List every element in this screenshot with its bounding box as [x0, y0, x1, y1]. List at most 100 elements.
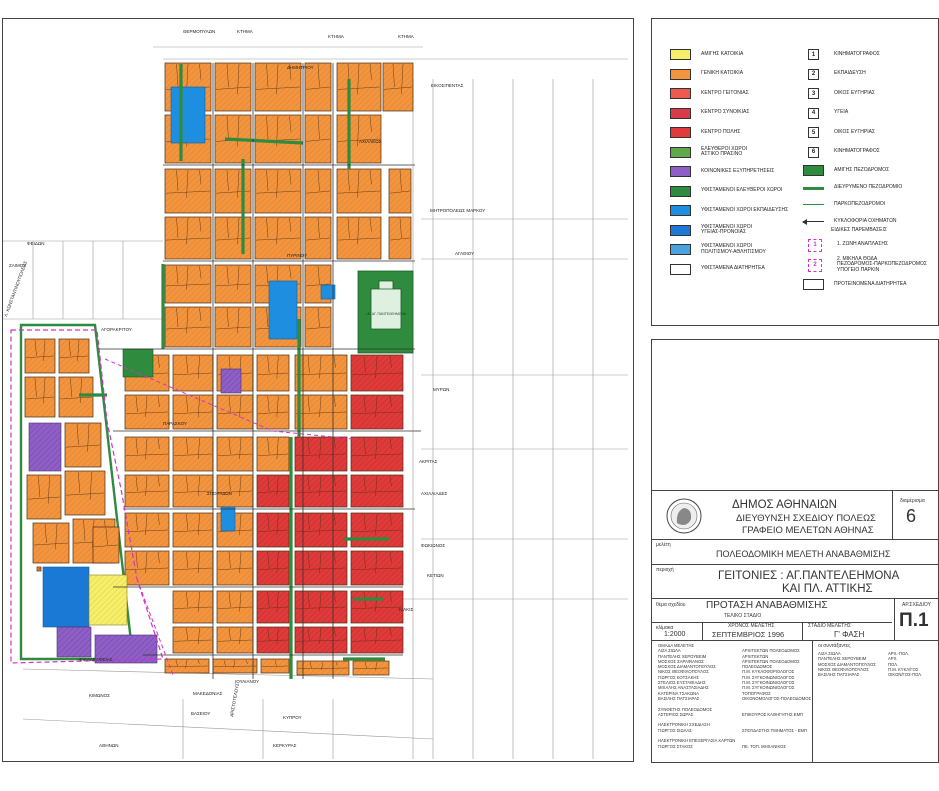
- legend-zone-item: ΓΕΝΙΚΗ ΚΑΤΟΙΚΙΑ: [670, 65, 810, 85]
- district-number: 6: [906, 506, 917, 526]
- city-block[interactable]: [64, 470, 106, 516]
- city-block[interactable]: [254, 114, 302, 164]
- city-block[interactable]: [382, 62, 414, 112]
- city-block[interactable]: [214, 62, 252, 112]
- legend-number-box: 3: [808, 88, 819, 100]
- street-label-akritas: ΑΚΡΙΤΑΣ: [419, 459, 438, 464]
- street-label-kimonos: ΚΙΜΩΝΟΣ: [89, 693, 110, 698]
- social-block-west[interactable]: [28, 422, 62, 472]
- legend-swatch: [670, 166, 691, 178]
- legend-zones-column: ΑΜΙΓΗΣ ΚΑΤΟΙΚΙΑ ΓΕΝΙΚΗ ΚΑΤΟΙΚΙΑ ΚΕΝΤΡΟ ΓΕΙ…: [670, 45, 810, 279]
- legend-zone-item: ΕΛΕΥΘΕΡΟΙ ΧΩΡΟΙ ΑΣΤΙΚΟ ΠΡΑΣΙΝΟ: [670, 143, 810, 163]
- signers-names: ΛΙΖΑ ΣΙΩΛΑ ΠΑΝΤΕΛΗΣ ΧΕΡΟΥΒΕΙΜ ΜΟΣΧΟΣ ΔΙΑ…: [818, 651, 876, 678]
- city-block[interactable]: [304, 114, 332, 164]
- study-title: ΠΟΛΕΟΔΟΜΙΚΗ ΜΕΛΕΤΗ ΑΝΑΒΑΘΜΙΣΗΣ: [716, 549, 891, 559]
- city-block[interactable]: [350, 436, 404, 472]
- city-block[interactable]: [304, 306, 332, 348]
- legend-symbol-item: ΔΙΕΥΡΥΜΕΝΟ ΠΕΖΟΔΡΟΜΙΟ: [803, 179, 935, 196]
- zoning-map[interactable]: Ι.Ν. ΑΓ. ΠΑΝΤΕΛΕΗΜΟΝΑ ΚΤΗΜΑ ΚΤΗΜΑ ΚΤΗΜΑ …: [3, 19, 633, 761]
- city-block[interactable]: [336, 62, 382, 112]
- stage-label: ΣΤΑΔΙΟ ΜΕΛΕΤΗΣ: [808, 623, 852, 629]
- city-block[interactable]: [254, 62, 302, 112]
- street-label-aristotelous: ΑΡΙΣΤΟΤΕΛΟΥΣ: [229, 683, 240, 718]
- legend-zone-label: ΚΕΝΤΡΟ ΣΥΝΟΙΚΙΑΣ: [701, 109, 750, 116]
- legend-special-box: 2: [808, 258, 822, 272]
- street-label-athinon: ΑΘΗΝΩΝ: [99, 743, 119, 748]
- social-block-south[interactable]: [56, 626, 92, 658]
- street-label-ketion: ΚΕΤΙΩΝ: [427, 573, 444, 578]
- city-block[interactable]: [336, 168, 382, 214]
- school-block-small[interactable]: [220, 506, 236, 532]
- city-block[interactable]: [64, 422, 102, 468]
- city-block[interactable]: [336, 216, 382, 260]
- city-block[interactable]: [254, 168, 302, 214]
- street-label-makedonias: ΜΑΚΕΔΟΝΙΑΣ: [193, 691, 223, 696]
- city-block[interactable]: [214, 168, 252, 214]
- legend-symbols-column: 1 ΚΙΝΗΜΑΤΟΓΡΑΦΟΣ 2 ΕΚΠΑΙΔΕΥΣΗ 3 ΟΙΚΟΣ ΕΥΓΗΡΙΑ…: [802, 45, 935, 295]
- time-label: ΧΡΟΝΟΣ ΜΕΛΕΤΗΣ: [728, 623, 775, 629]
- city-block[interactable]: [32, 522, 70, 564]
- pure-residential-block[interactable]: [88, 574, 128, 626]
- city-block[interactable]: [304, 168, 332, 214]
- street-label-ktima-1: ΚΤΗΜΑ: [237, 29, 253, 34]
- legend-symbol-graphic: [802, 216, 824, 227]
- street-label-dimitriou: ΔΗΜΗΤΡΙΟΥ: [287, 65, 314, 70]
- legend-number-box: 5: [808, 127, 819, 139]
- city-block[interactable]: [164, 306, 212, 348]
- drawing-subtitle: ΤΕΛΙΚΟ ΣΤΑΔΙΟ: [724, 613, 762, 619]
- city-block[interactable]: [214, 306, 252, 348]
- city-block[interactable]: [164, 264, 212, 304]
- drawing-label: θέμα σχεδίου: [656, 602, 686, 608]
- city-block[interactable]: [388, 168, 412, 214]
- legend-zone-item: ΥΦΙΣΤΑΜΕΝΟΙ ΕΛΕΥΘΕΡΟΙ ΧΩΡΟΙ: [670, 182, 810, 202]
- school-block-north[interactable]: [170, 86, 206, 144]
- drawing-title: ΠΡΟΤΑΣΗ ΑΝΑΒΑΘΜΙΣΗΣ: [706, 600, 828, 611]
- city-block[interactable]: [350, 394, 404, 430]
- street-label-eikosipentas: ΕΙΚΟΣΙΠΕΝΤΑΣ: [431, 83, 464, 88]
- street-label-vaseiou: ΒΑΣΕΙΟΥ: [191, 711, 210, 716]
- legend-zone-label: ΚΟΙΝΩΝΙΚΕΣ ΕΞΥΠΗΡΕΤΗΣΕΙΣ: [701, 167, 775, 174]
- street-label-konstantinoupoleos: Λ. ΚΩΝΣΤΑΝΤΙΝΟΥΠΟΛΕΩΣ: [3, 260, 28, 317]
- legend-special-item: 1 1. ΖΩΝΗ ΑΝΑΠΛΑΣΗΣ: [803, 235, 935, 255]
- legend-numbered-label: ΚΙΝΗΜΑΤΟΓΡΑΦΟΣ: [834, 50, 880, 57]
- city-block[interactable]: [388, 216, 412, 260]
- legend-numbered-item: 4 ΥΓΕΙΑ: [803, 104, 935, 124]
- legend-swatch: [670, 107, 691, 119]
- legend-numbered-label: ΥΓΕΙΑ: [834, 109, 849, 116]
- city-block[interactable]: [58, 376, 94, 418]
- legend-zone-label: ΚΕΝΤΡΟ ΓΕΙΤΟΝΙΑΣ: [701, 89, 749, 96]
- school-block-center[interactable]: [268, 280, 298, 340]
- city-block[interactable]: [350, 354, 404, 392]
- signers-roles: ΑΡΧ.-ΠΟΛ. ΑΡΧ. ΠΟΛ. Π.Μ. ΚΥΚΛ/ΓΟΣ ΟΙΚΟΝ/…: [888, 651, 923, 678]
- city-block[interactable]: [164, 216, 212, 260]
- legend-numbered-label: ΟΙΚΟΣ ΕΥΓΗΡΙΑΣ: [834, 128, 876, 135]
- city-block[interactable]: [304, 216, 332, 260]
- street-label-agoras: ΑΓΟΡΑΚΡΙΤΟΥ: [101, 327, 132, 332]
- city-block[interactable]: [350, 550, 404, 586]
- legend-special-box: 1: [808, 238, 822, 252]
- health-block-south[interactable]: [42, 566, 90, 628]
- street-label-pirinou: ΠΥΡΙΝΟΥ: [287, 253, 307, 258]
- city-block[interactable]: [350, 512, 404, 548]
- city-block[interactable]: [124, 550, 170, 586]
- legend-symbol-label: ΔΙΕΥΡΥΜΕΝΟ ΠΕΖΟΔΡΟΜΙΟ: [834, 183, 903, 190]
- legend-swatch: [670, 127, 691, 139]
- legend-proposed-swatch: [803, 279, 824, 291]
- city-block[interactable]: [304, 62, 332, 112]
- street-label-sporadon: ΣΠΟΡΑΔΩΝ: [207, 491, 232, 496]
- legend-zone-label: ΓΕΝΙΚΗ ΚΑΤΟΙΚΙΑ: [701, 70, 744, 77]
- city-block[interactable]: [256, 354, 290, 392]
- city-block[interactable]: [214, 264, 252, 304]
- city-block[interactable]: [214, 216, 252, 260]
- city-block[interactable]: [26, 474, 62, 520]
- city-block[interactable]: [164, 168, 212, 214]
- street-label-fokionos: ΦΩΚΙΩΝΟΣ: [421, 543, 445, 548]
- area-line-2: ΚΑΙ ΠΛ. ΑΤΤΙΚΗΣ: [782, 583, 873, 595]
- city-block[interactable]: [124, 512, 170, 548]
- social-block-center[interactable]: [220, 368, 242, 394]
- city-block[interactable]: [24, 376, 56, 418]
- city-block[interactable]: [172, 354, 214, 392]
- city-block[interactable]: [124, 436, 170, 472]
- legend-zone-label: ΥΦΙΣΤΑΜΕΝΟΙ ΕΛΕΥΘΕΡΟΙ ΧΩΡΟΙ: [701, 187, 783, 194]
- stage-value: Γ' ΦΑΣΗ: [834, 630, 865, 639]
